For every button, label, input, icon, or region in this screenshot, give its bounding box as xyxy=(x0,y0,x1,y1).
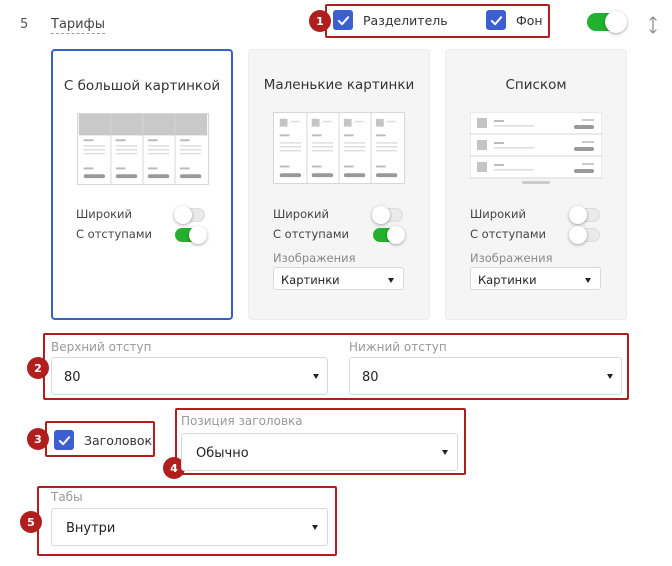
callout-badge-3: 3 xyxy=(27,428,49,450)
toggle-knob xyxy=(189,226,207,244)
callout-badge-2: 2 xyxy=(27,357,49,379)
background-label: Фон xyxy=(516,13,543,28)
images-select-value: Картинки xyxy=(478,273,537,287)
toggle-knob xyxy=(569,206,587,224)
wide-toggle[interactable] xyxy=(174,206,205,224)
chevron-down-icon xyxy=(607,374,613,379)
padding-toggle[interactable] xyxy=(569,226,600,244)
callout-badge-5: 5 xyxy=(20,511,42,533)
wide-toggle[interactable] xyxy=(372,206,403,224)
wide-toggle[interactable] xyxy=(569,206,600,224)
divider-label: Разделитель xyxy=(363,13,448,28)
chevron-down-icon xyxy=(313,374,319,379)
heading-position-value: Обычно xyxy=(196,446,249,461)
tabs-select[interactable]: Внутри xyxy=(51,508,328,546)
checkmark-icon xyxy=(337,15,349,25)
section-number: 5 xyxy=(20,17,29,32)
tabs-label: Табы xyxy=(51,490,83,504)
images-select[interactable]: Картинки xyxy=(273,267,404,290)
bottom-padding-select[interactable]: 80 xyxy=(349,357,622,395)
divider-checkbox[interactable] xyxy=(333,10,353,30)
small-images-layout-preview-icon xyxy=(273,112,405,184)
background-checkbox[interactable] xyxy=(486,10,506,30)
section-visibility-toggle[interactable] xyxy=(587,11,627,33)
wide-label: Широкий xyxy=(470,207,527,221)
layout-card-list[interactable]: Списком Широкий С отступами Изображения … xyxy=(445,49,627,320)
heading-position-select[interactable]: Обычно xyxy=(181,433,458,471)
wide-label: Широкий xyxy=(76,207,133,221)
heading-position-label: Позиция заголовка xyxy=(181,414,303,428)
list-layout-preview-icon xyxy=(470,112,602,184)
bottom-padding-value: 80 xyxy=(362,370,379,385)
card-title: Списком xyxy=(505,77,567,93)
chevron-down-icon xyxy=(585,278,591,283)
padding-label: С отступами xyxy=(76,227,152,241)
checkmark-icon xyxy=(58,435,70,445)
padding-toggle[interactable] xyxy=(373,226,405,244)
callout-badge-1: 1 xyxy=(309,10,331,32)
toggle-knob xyxy=(372,206,390,224)
images-label: Изображения xyxy=(273,251,356,265)
big-image-layout-preview-icon xyxy=(77,113,209,185)
layout-card-big-image[interactable]: С большой картинкой Широкий С отступами xyxy=(51,49,233,320)
toggle-knob xyxy=(387,226,405,244)
chevron-down-icon xyxy=(442,450,448,455)
padding-label: С отступами xyxy=(470,227,546,241)
heading-checkbox-label: Заголовок xyxy=(84,433,153,448)
section-title[interactable]: Тарифы xyxy=(51,17,105,34)
padding-label: С отступами xyxy=(273,227,349,241)
bottom-padding-label: Нижний отступ xyxy=(349,340,447,354)
heading-checkbox[interactable] xyxy=(54,430,74,450)
chevron-down-icon xyxy=(312,525,318,530)
top-padding-label: Верхний отступ xyxy=(51,340,152,354)
checkmark-icon xyxy=(490,15,502,25)
images-select[interactable]: Картинки xyxy=(470,267,601,290)
layout-card-small-images[interactable]: Маленькие картинки Широкий С отступами И… xyxy=(248,49,430,320)
resize-handle-icon[interactable] xyxy=(648,15,658,35)
tabs-value: Внутри xyxy=(66,521,116,536)
toggle-knob xyxy=(174,206,192,224)
chevron-down-icon xyxy=(388,278,394,283)
toggle-knob xyxy=(569,226,587,244)
images-select-value: Картинки xyxy=(281,273,340,287)
padding-toggle[interactable] xyxy=(175,226,207,244)
top-padding-select[interactable]: 80 xyxy=(51,357,328,395)
wide-label: Широкий xyxy=(273,207,330,221)
top-padding-value: 80 xyxy=(64,370,81,385)
toggle-knob xyxy=(605,11,627,33)
images-label: Изображения xyxy=(470,251,553,265)
card-title: Маленькие картинки xyxy=(263,77,415,93)
card-title: С большой картинкой xyxy=(63,78,221,94)
